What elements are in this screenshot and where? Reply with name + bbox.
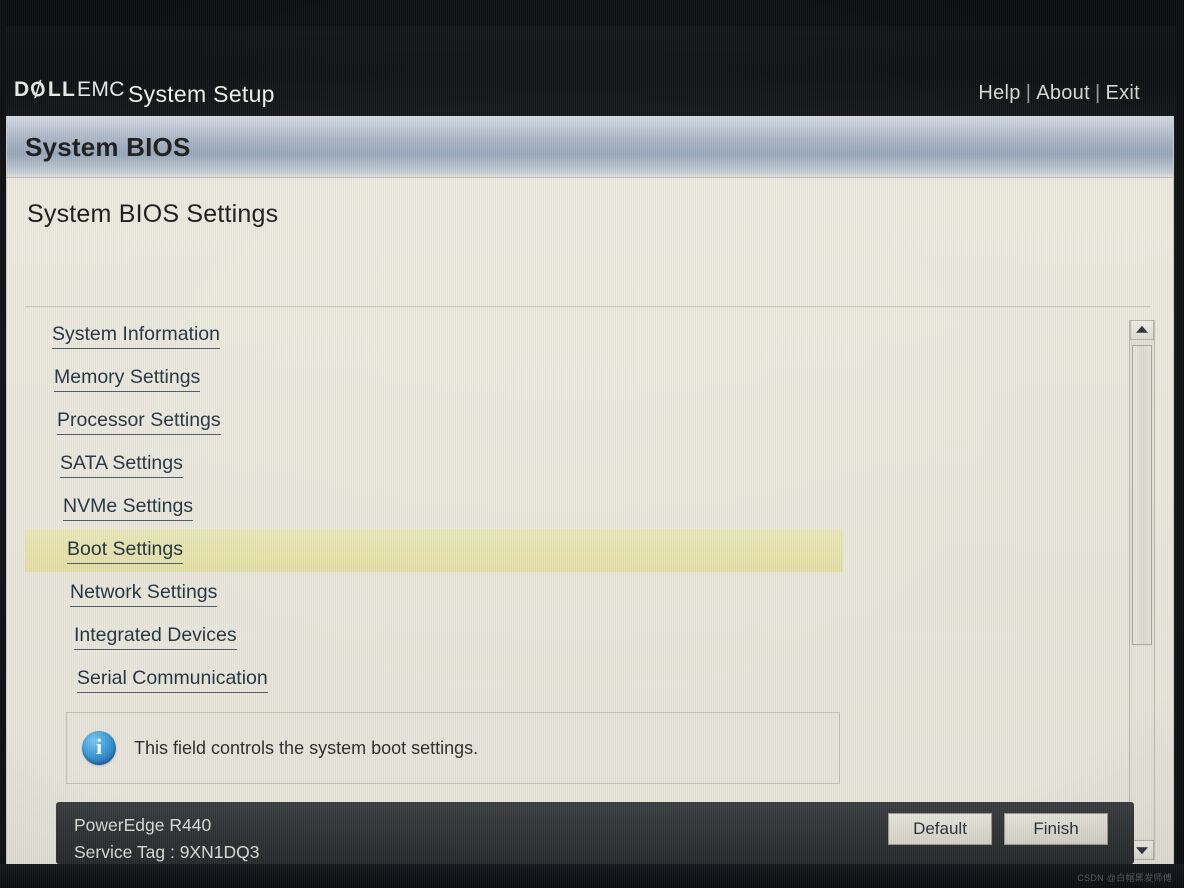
- monitor-bezel-left: [0, 0, 6, 888]
- menu-item-nvme-settings[interactable]: NVMe Settings: [25, 486, 1151, 529]
- footer-bar: PowerEdge R440 Service Tag : 9XN1DQ3 Def…: [56, 802, 1134, 864]
- app-title: System Setup: [128, 81, 275, 107]
- help-text: This field controls the system boot sett…: [134, 737, 479, 758]
- nav-separator-2: |: [1094, 82, 1101, 104]
- system-model: PowerEdge R440: [74, 815, 212, 835]
- menu-item-boot-settings[interactable]: Boot Settings: [25, 529, 843, 572]
- menu-item-memory-settings[interactable]: Memory Settings: [25, 357, 1151, 400]
- vertical-scrollbar[interactable]: [1129, 320, 1155, 860]
- system-bios-title-bar: System BIOS: [7, 116, 1173, 178]
- monitor-bezel-right: [1176, 0, 1184, 888]
- menu-item-label: Integrated Devices: [74, 623, 237, 650]
- logo-emc: EMC: [76, 78, 125, 101]
- nav-separator-1: |: [1025, 82, 1032, 104]
- menu-item-label: Processor Settings: [57, 408, 221, 435]
- menu-item-system-information[interactable]: System Information: [25, 314, 1151, 357]
- settings-menu-list[interactable]: System Information Memory Settings Process…: [25, 314, 1151, 744]
- about-link[interactable]: About: [1036, 82, 1090, 104]
- title-divider: [25, 306, 1151, 307]
- menu-item-sata-settings[interactable]: SATA Settings: [25, 443, 1151, 486]
- scrollbar-track[interactable]: [1132, 647, 1152, 837]
- dell-emc-logo: DØLLEMC: [14, 76, 125, 103]
- menu-item-label: System Information: [52, 322, 220, 349]
- logo-letter-o: Ø: [28, 76, 50, 103]
- menu-item-label: Network Settings: [70, 580, 218, 607]
- logo-letters-ll: LL: [47, 78, 76, 101]
- scroll-up-button[interactable]: [1130, 320, 1154, 340]
- menu-item-label: Memory Settings: [54, 365, 201, 392]
- help-link[interactable]: Help: [978, 82, 1020, 104]
- menu-item-label: Boot Settings: [67, 537, 183, 564]
- watermark: CSDN @白帽黑发师傅: [1077, 873, 1172, 883]
- chevron-down-icon: [1136, 847, 1148, 855]
- monitor-bezel-top: [0, 0, 1184, 26]
- default-button[interactable]: Default: [888, 813, 992, 845]
- finish-button[interactable]: Finish: [1004, 813, 1108, 845]
- exit-link[interactable]: Exit: [1105, 82, 1140, 104]
- monitor-screen: DØLLEMC System Setup Help | About | Exit Sys…: [0, 0, 1184, 888]
- chevron-up-icon: [1136, 325, 1148, 333]
- menu-item-processor-settings[interactable]: Processor Settings: [25, 400, 1151, 443]
- menu-item-integrated-devices[interactable]: Integrated Devices: [25, 615, 1151, 658]
- system-bios-heading: System BIOS: [25, 132, 191, 162]
- footer-button-group: Default Finish: [888, 813, 1108, 845]
- top-navigation: Help | About | Exit: [978, 82, 1140, 105]
- scrollbar-thumb[interactable]: [1132, 345, 1152, 645]
- menu-item-label: Serial Communication: [77, 666, 268, 693]
- info-icon-glyph: i: [95, 734, 103, 759]
- app-topbar: DØLLEMC System Setup Help | About | Exit: [4, 26, 1176, 116]
- menu-item-label: NVMe Settings: [63, 494, 194, 521]
- menu-item-label: SATA Settings: [60, 451, 183, 478]
- info-icon: i: [82, 731, 116, 765]
- menu-item-network-settings[interactable]: Network Settings: [25, 572, 1151, 615]
- service-tag: Service Tag : 9XN1DQ3: [74, 842, 260, 863]
- page-title: System BIOS Settings: [27, 200, 279, 228]
- help-info-box: i This field controls the system boot se…: [66, 712, 840, 784]
- monitor-bezel-bottom: [0, 864, 1184, 888]
- menu-item-serial-communication[interactable]: Serial Communication: [25, 658, 1151, 701]
- system-identity: PowerEdge R440 Service Tag : 9XN1DQ3: [74, 812, 259, 866]
